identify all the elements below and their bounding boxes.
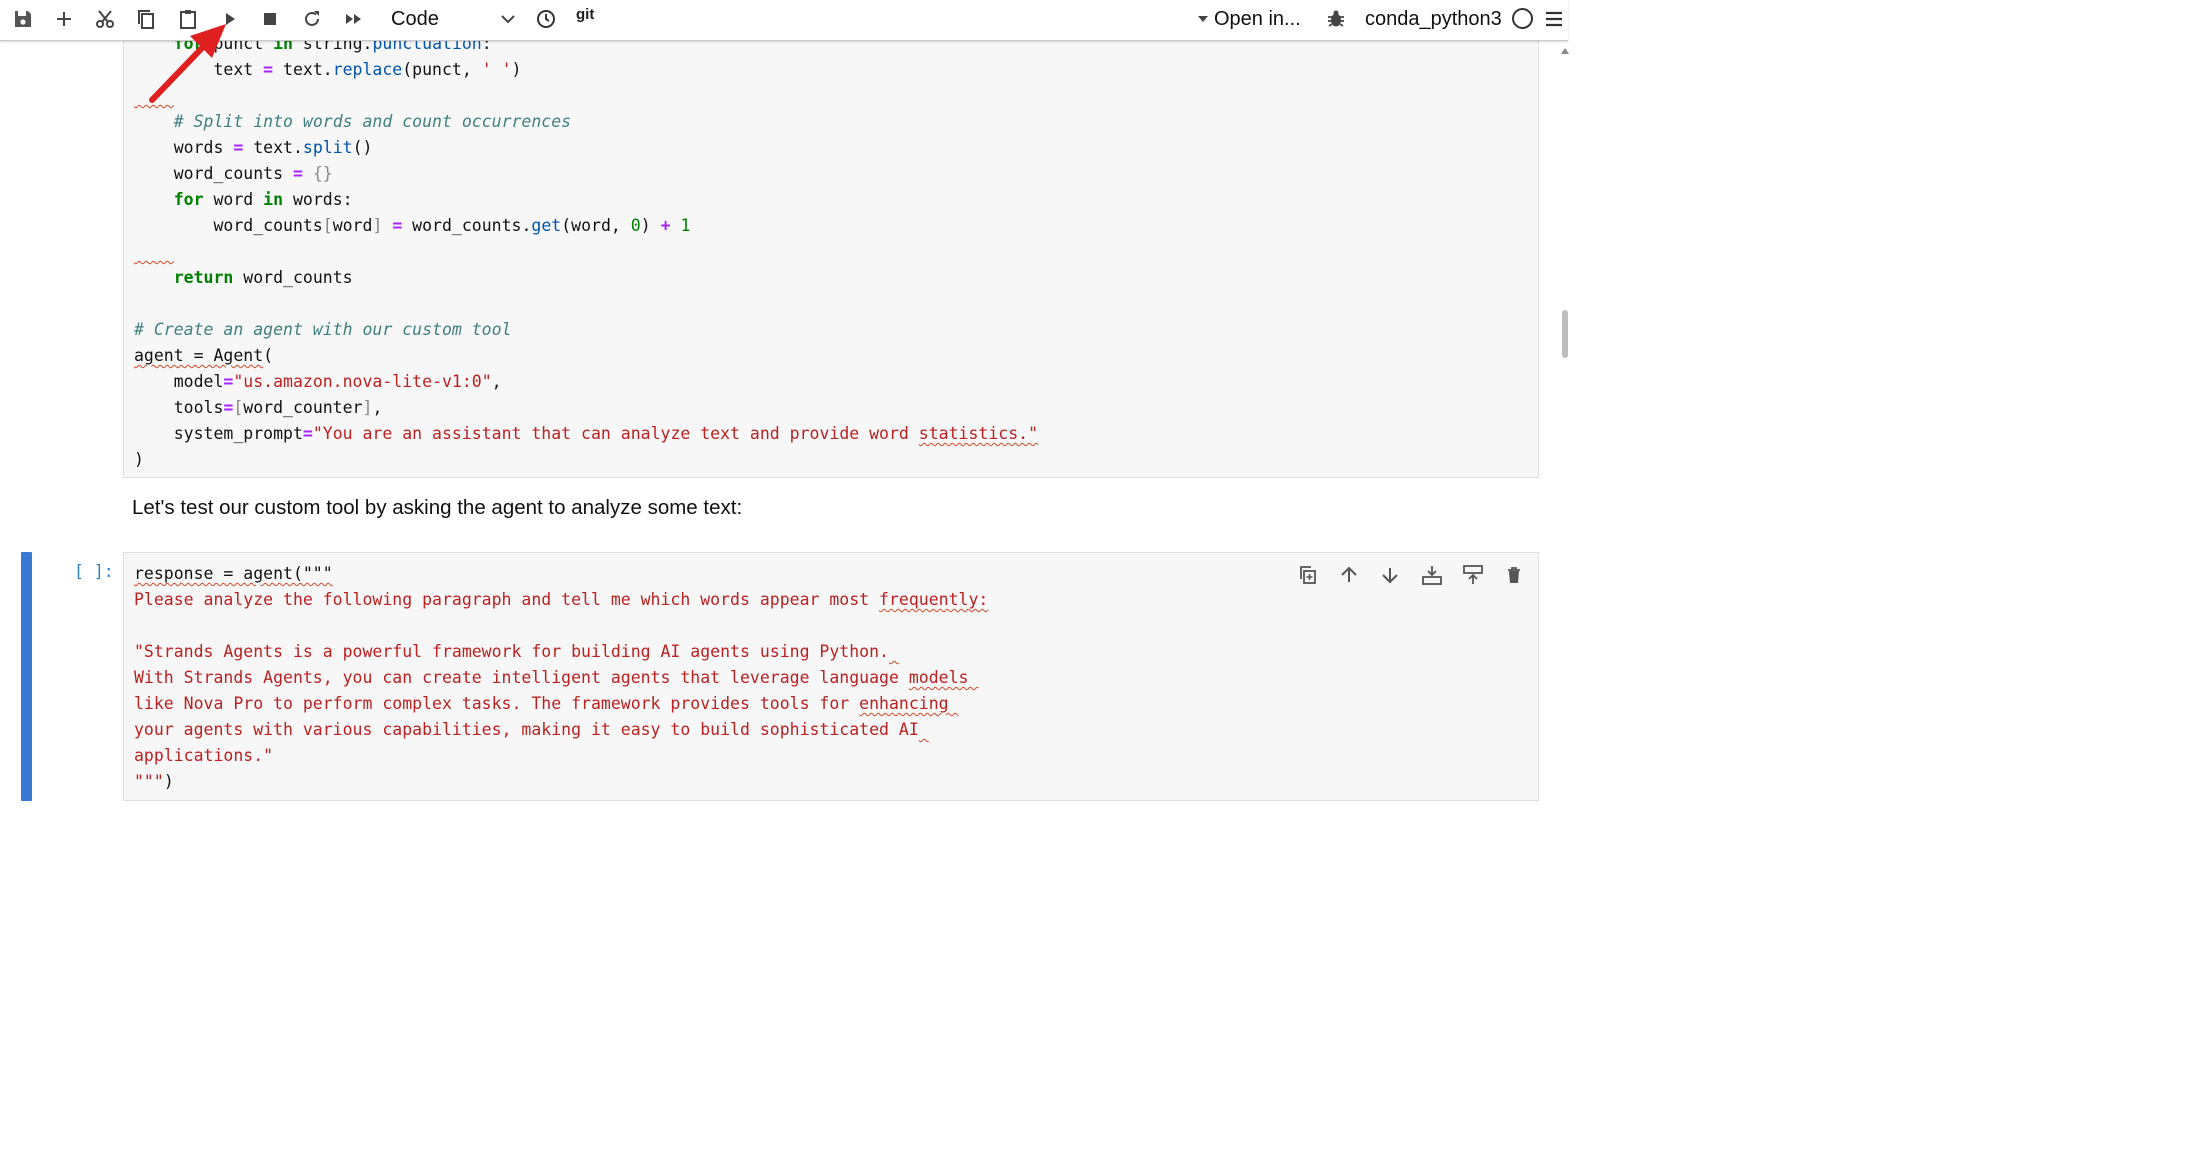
insert-below-icon bbox=[1463, 565, 1483, 584]
notebook-toolbar: Code git Open in... conda_python3 bbox=[0, 0, 1568, 41]
execution-prompt: [ ]: bbox=[74, 562, 114, 581]
open-in-dropdown[interactable]: Open in... bbox=[1198, 6, 1301, 32]
kernel-name[interactable]: conda_python3 bbox=[1365, 6, 1502, 32]
bug-icon bbox=[1328, 10, 1344, 27]
clock-icon bbox=[537, 10, 555, 28]
paste-button[interactable] bbox=[174, 6, 202, 32]
copy-button[interactable] bbox=[132, 6, 160, 32]
delete-cell-button[interactable] bbox=[1501, 562, 1527, 588]
stop-button[interactable] bbox=[256, 6, 284, 32]
cell-toolbar bbox=[1295, 562, 1531, 588]
code-cell-input[interactable]: for punct in string.punctuation: text = … bbox=[123, 20, 1539, 478]
paste-icon bbox=[180, 10, 196, 29]
markdown-cell-text: Let's test our custom tool by asking the… bbox=[132, 496, 743, 519]
run-all-button[interactable] bbox=[340, 6, 368, 32]
stop-icon bbox=[264, 13, 276, 25]
scrollbar-thumb[interactable] bbox=[1562, 310, 1568, 358]
add-cell-button[interactable] bbox=[50, 6, 78, 32]
insert-cell-above-button[interactable] bbox=[1419, 562, 1445, 588]
save-icon bbox=[15, 11, 31, 27]
arrow-down-icon bbox=[1382, 568, 1398, 584]
menu-button[interactable] bbox=[1540, 6, 1568, 32]
code-editor[interactable]: for punct in string.punctuation: text = … bbox=[134, 31, 1038, 473]
duplicate-cell-button[interactable] bbox=[1295, 562, 1321, 588]
run-icon bbox=[226, 13, 235, 25]
cut-button[interactable] bbox=[91, 6, 119, 32]
active-cell-indicator bbox=[21, 552, 32, 801]
duplicate-icon bbox=[1300, 566, 1316, 584]
copy-icon bbox=[138, 10, 154, 29]
scroll-up-arrow[interactable] bbox=[1561, 48, 1569, 54]
hamburger-menu-icon bbox=[1546, 11, 1562, 27]
add-cell-icon bbox=[57, 12, 71, 26]
active-code-editor[interactable]: response = agent(""" Please analyze the … bbox=[134, 561, 988, 795]
cell-type-value: Code bbox=[391, 7, 439, 30]
active-code-cell-input[interactable]: response = agent(""" Please analyze the … bbox=[123, 552, 1539, 801]
git-button[interactable]: git bbox=[576, 6, 594, 23]
run-all-icon bbox=[346, 14, 361, 24]
debugger-button[interactable] bbox=[1322, 6, 1350, 32]
restart-button[interactable] bbox=[298, 6, 326, 32]
history-button[interactable] bbox=[532, 6, 560, 32]
cell-type-dropdown[interactable]: Code bbox=[382, 4, 520, 34]
kernel-status-indicator bbox=[1512, 8, 1533, 29]
chevron-down-icon bbox=[501, 15, 515, 24]
insert-above-icon bbox=[1422, 566, 1442, 585]
caret-down-icon bbox=[1198, 16, 1208, 22]
insert-cell-below-button[interactable] bbox=[1460, 562, 1486, 588]
arrow-up-icon bbox=[1341, 566, 1357, 582]
cut-icon bbox=[96, 10, 114, 28]
move-cell-down-button[interactable] bbox=[1377, 562, 1403, 588]
move-cell-up-button[interactable] bbox=[1336, 562, 1362, 588]
save-button[interactable] bbox=[9, 6, 37, 32]
open-in-label: Open in... bbox=[1214, 7, 1301, 30]
run-button[interactable] bbox=[216, 6, 244, 32]
trash-icon bbox=[1508, 567, 1520, 583]
restart-icon bbox=[305, 11, 319, 26]
